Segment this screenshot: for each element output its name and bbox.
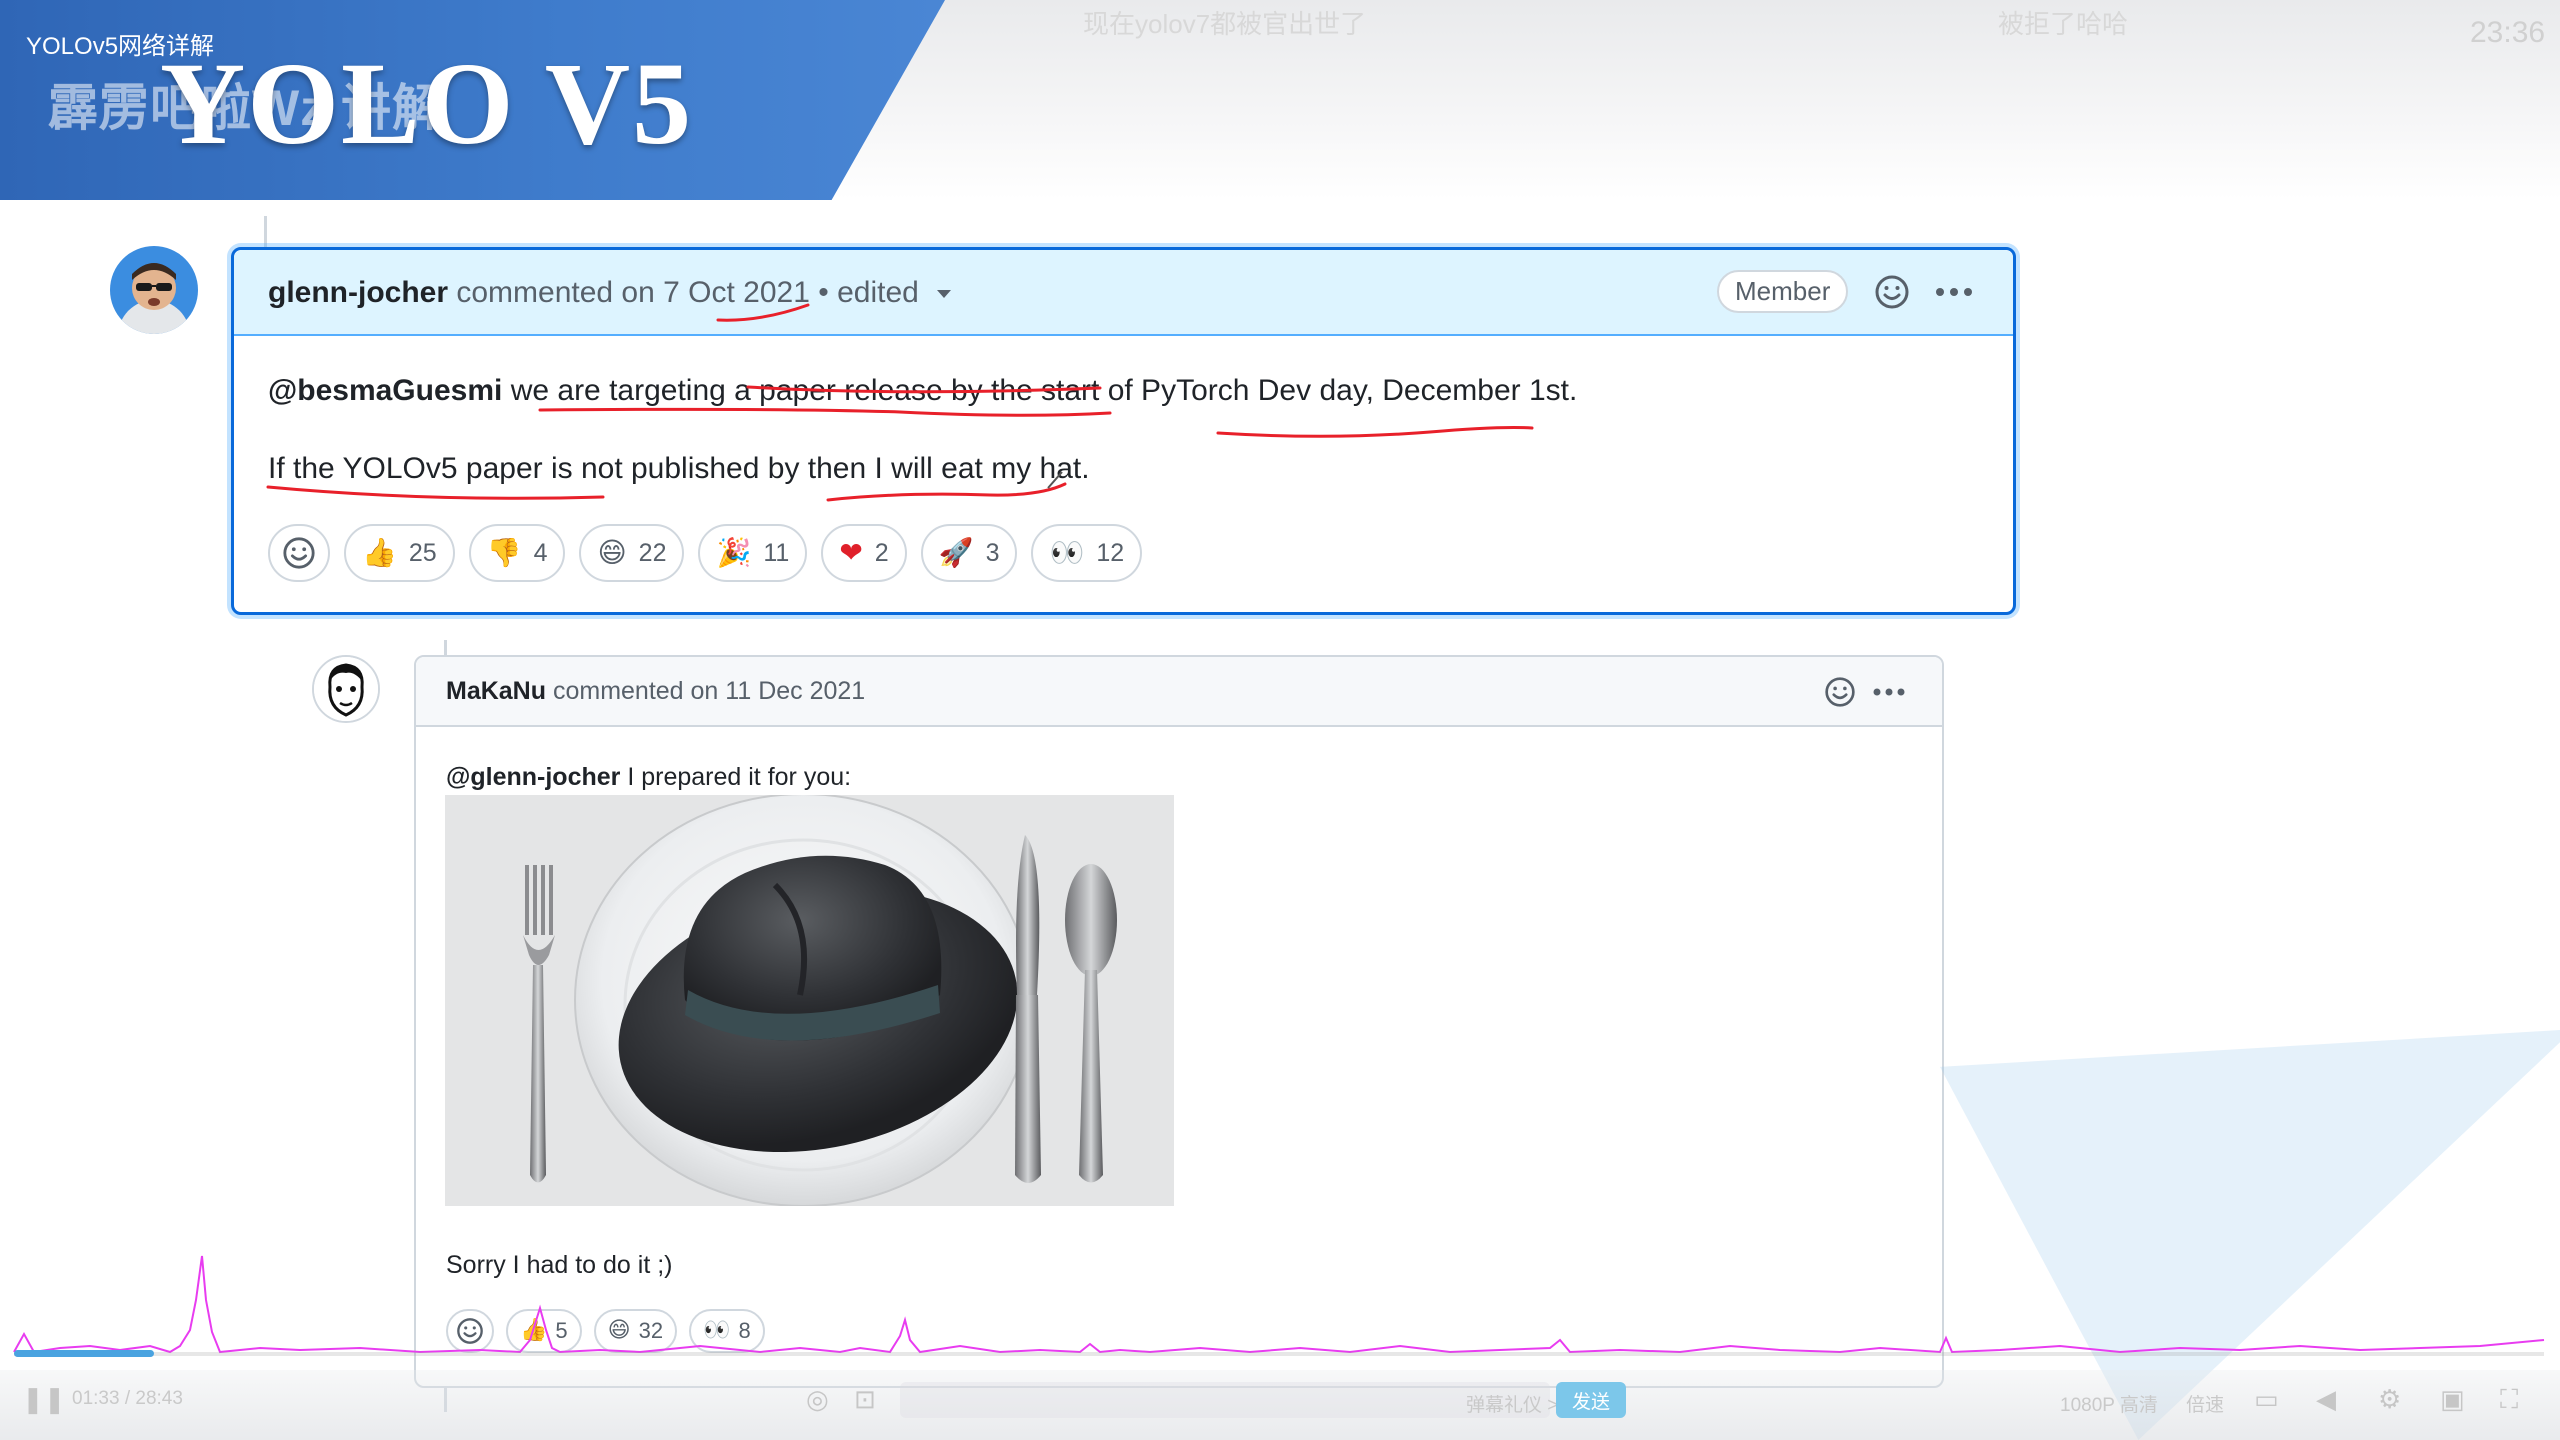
danmaku-icon[interactable]: ◎	[806, 1384, 829, 1415]
reactions-bar: 👍 5 😄 32 👀 8	[446, 1309, 765, 1353]
caret-down-icon	[937, 290, 952, 299]
smiley-icon	[283, 537, 315, 569]
reactions-bar: 👍 25 👎 4 😄 22 🎉 11 ❤ 2 🚀 3 👀 12	[268, 524, 1143, 582]
eyes-reaction[interactable]: 👀 12	[1031, 524, 1143, 582]
playback-time: 01:33 / 28:43	[72, 1388, 183, 1409]
heart-reaction[interactable]: ❤ 2	[821, 524, 907, 582]
settings-icon[interactable]: ⚙	[2378, 1384, 2401, 1415]
kebab-menu-icon	[1936, 288, 1972, 296]
rocket-icon: 🚀	[938, 536, 974, 569]
thumbs-down-reaction[interactable]: 👎 4	[468, 524, 566, 582]
eyes-icon: 👀	[1049, 536, 1085, 569]
comment-body-line: Sorry I had to do it ;)	[446, 1251, 673, 1279]
clock-overlay: 23:36	[2470, 16, 2546, 49]
add-reaction-button[interactable]	[1821, 673, 1859, 711]
smiley-icon	[1875, 275, 1909, 309]
send-danmaku-button[interactable]: 发送	[1556, 1382, 1626, 1418]
picture-in-picture-icon[interactable]: ▣	[2440, 1384, 2465, 1415]
user-mention-link[interactable]: @glenn-jocher	[446, 763, 620, 791]
danmaku-etiquette-link[interactable]: 弹幕礼仪 >	[1466, 1390, 1558, 1417]
laugh-reaction[interactable]: 😄 32	[593, 1309, 678, 1353]
comment-options-button[interactable]	[1868, 673, 1910, 711]
pause-icon[interactable]: ❚❚	[22, 1384, 66, 1415]
avatar[interactable]	[110, 246, 198, 334]
thumbs-down-icon: 👎	[486, 536, 522, 569]
quality-selector[interactable]: 1080P 高清	[2060, 1390, 2158, 1417]
thumbs-up-icon: 👍	[520, 1318, 548, 1343]
danmaku-settings-icon[interactable]: ⊡	[854, 1384, 876, 1415]
volume-icon[interactable]: ◀	[2316, 1384, 2336, 1415]
comment-body-line: @besmaGuesmi we are targeting a paper re…	[268, 374, 1578, 407]
video-big-title: YOLO V5	[160, 38, 694, 169]
danmaku-message: 现在yolov7都被官出世了	[1083, 9, 1367, 39]
laugh-reaction[interactable]: 😄 22	[579, 524, 685, 582]
eyes-reaction[interactable]: 👀 8	[689, 1309, 765, 1353]
member-badge: Member	[1717, 270, 1849, 313]
thumbs-up-icon: 👍	[362, 536, 397, 569]
heart-icon: ❤	[839, 536, 863, 569]
progress-track[interactable]	[14, 1352, 2544, 1356]
progress-fill	[14, 1350, 154, 1357]
thumbs-up-reaction[interactable]: 👍 5	[506, 1309, 582, 1353]
laugh-icon: 😄	[607, 1318, 631, 1343]
comment-header: MaKaNu commented on 11 Dec 2021	[416, 657, 1942, 727]
speed-selector[interactable]: 倍速	[2186, 1390, 2224, 1417]
eyes-icon: 👀	[703, 1318, 731, 1343]
hooray-reaction[interactable]: 🎉 11	[698, 524, 808, 582]
danmaku-input[interactable]	[900, 1382, 1550, 1418]
smiley-icon	[1825, 677, 1855, 707]
comment-options-button[interactable]	[1930, 270, 1978, 314]
comment-author-link[interactable]: MaKaNu	[446, 677, 546, 705]
smiley-icon	[457, 1318, 483, 1344]
hat-on-plate-image	[445, 795, 1174, 1206]
comment-author-link[interactable]: glenn-jocher	[268, 276, 448, 309]
danmaku-message: 被拒了哈哈	[1998, 9, 2129, 39]
comment-date-link[interactable]: 11 Dec 2021	[725, 677, 865, 705]
party-popper-icon: 🎉	[716, 536, 752, 569]
edited-dropdown[interactable]: • edited	[818, 276, 953, 309]
laugh-icon: 😄	[597, 536, 627, 569]
fullscreen-icon[interactable]: ⛶	[2500, 1384, 2518, 1416]
subtitle-icon[interactable]: ▭	[2254, 1384, 2279, 1415]
avatar[interactable]	[312, 655, 380, 723]
comment-action-text: commented on	[552, 677, 719, 705]
thumbs-up-reaction[interactable]: 👍 25	[344, 524, 455, 582]
add-reaction-button[interactable]	[1870, 270, 1914, 314]
comment-card: glenn-jocher commented on 7 Oct 2021 • e…	[231, 247, 2016, 615]
comment-body-line: @glenn-jocher I prepared it for you:	[446, 763, 852, 791]
comment-action-text: commented on	[456, 276, 655, 309]
comment-body-line: If the YOLOv5 paper is not published by …	[268, 452, 1090, 485]
rocket-reaction[interactable]: 🚀 3	[920, 524, 1018, 582]
add-reaction-button[interactable]	[268, 524, 330, 582]
user-mention-link[interactable]: @besmaGuesmi	[268, 374, 502, 407]
add-reaction-button[interactable]	[446, 1309, 494, 1353]
comment-header: glenn-jocher commented on 7 Oct 2021 • e…	[234, 250, 2013, 336]
comment-date-link[interactable]: 7 Oct 2021	[663, 276, 810, 309]
kebab-menu-icon	[1873, 688, 1905, 696]
